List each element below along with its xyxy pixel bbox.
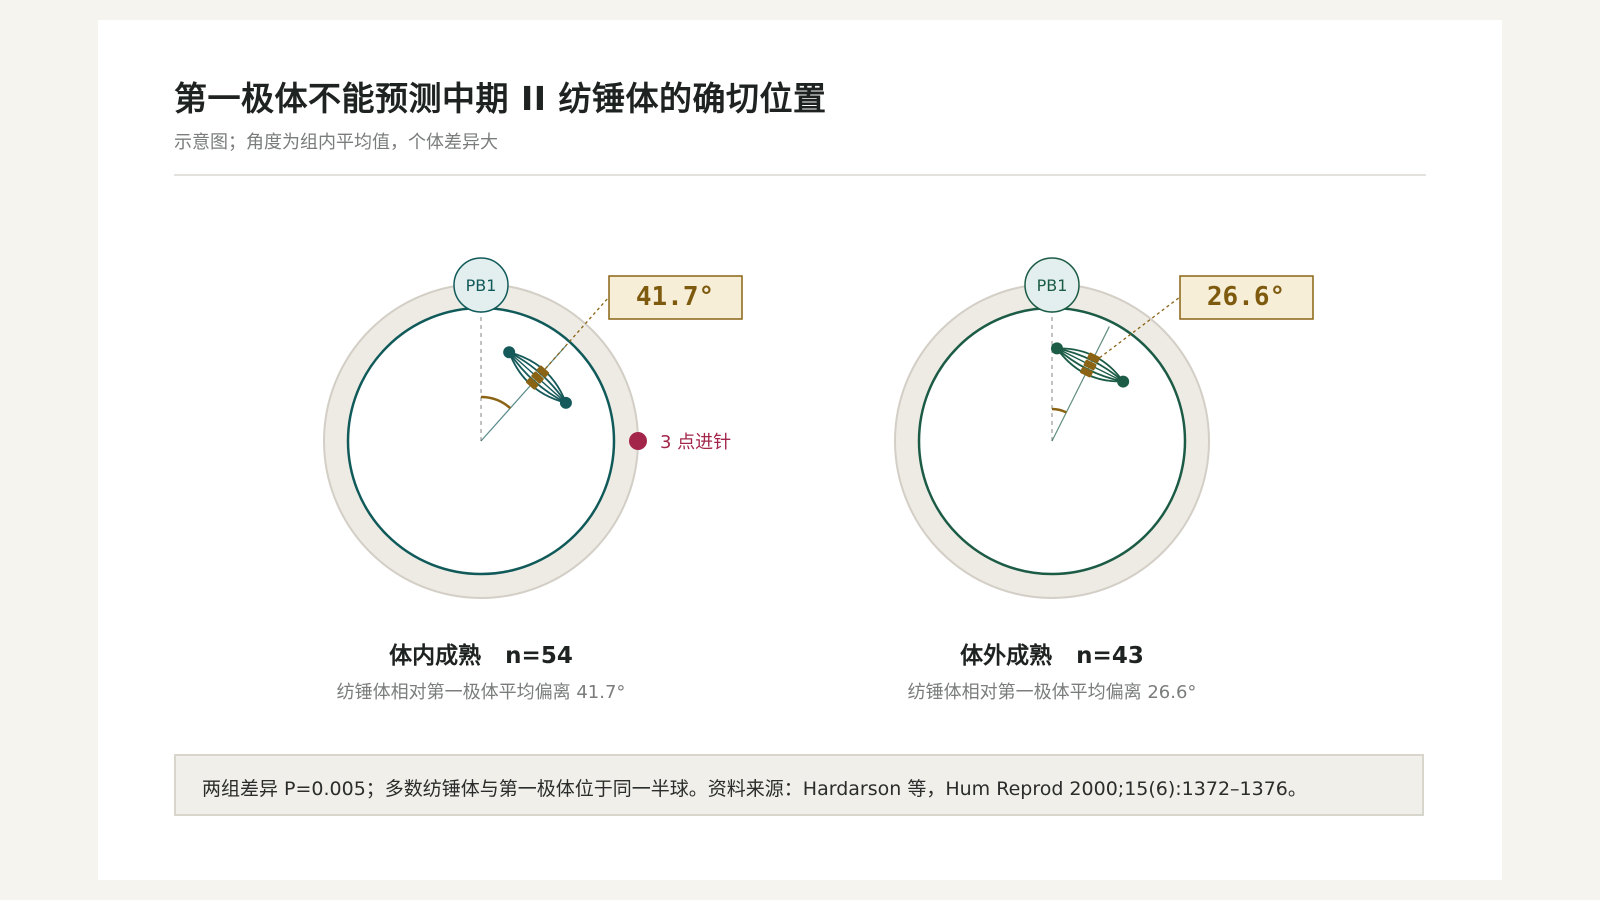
oocyte-diagrams: PB1 3 点进针 41.7° PB1 26.6° xyxy=(323,257,1314,599)
group-caption: 纺锤体相对第一极体平均偏离 41.7° xyxy=(336,682,626,703)
panel-in-vitro: PB1 26.6° xyxy=(894,257,1314,599)
sample-size: n=43 xyxy=(1076,643,1144,669)
polar-body-label: PB1 xyxy=(466,276,497,295)
caption-in-vitro: 体外成熟 n=43 纺锤体相对第一极体平均偏离 26.6° xyxy=(822,636,1282,704)
spindle-pole xyxy=(503,346,516,359)
group-name: 体外成熟 xyxy=(960,643,1053,669)
angle-value: 41.7° xyxy=(636,282,714,312)
sample-size: n=54 xyxy=(505,643,573,669)
angle-value: 26.6° xyxy=(1207,282,1285,312)
spindle-pole xyxy=(559,396,572,409)
group-name: 体内成熟 xyxy=(389,643,482,669)
spindle-pole xyxy=(1117,375,1130,388)
caption-in-vivo: 体内成熟 n=54 纺锤体相对第一极体平均偏离 41.7° xyxy=(251,636,711,704)
footnote-text: 两组差异 P=0.005；多数纺锤体与第一极体位于同一半球。资料来源：Harda… xyxy=(202,778,1307,800)
group-caption: 纺锤体相对第一极体平均偏离 26.6° xyxy=(907,682,1197,703)
injection-marker xyxy=(629,432,647,450)
injection-label: 3 点进针 xyxy=(660,432,731,453)
panel-in-vivo: PB1 3 点进针 41.7° xyxy=(323,257,743,599)
figure-card: 第一极体不能预测中期 II 纺锤体的确切位置 示意图；角度为组内平均值，个体差异… xyxy=(98,20,1502,880)
spindle-pole xyxy=(1050,342,1063,355)
polar-body-label: PB1 xyxy=(1037,276,1068,295)
footnote-box: 两组差异 P=0.005；多数纺锤体与第一极体位于同一半球。资料来源：Harda… xyxy=(174,754,1424,816)
